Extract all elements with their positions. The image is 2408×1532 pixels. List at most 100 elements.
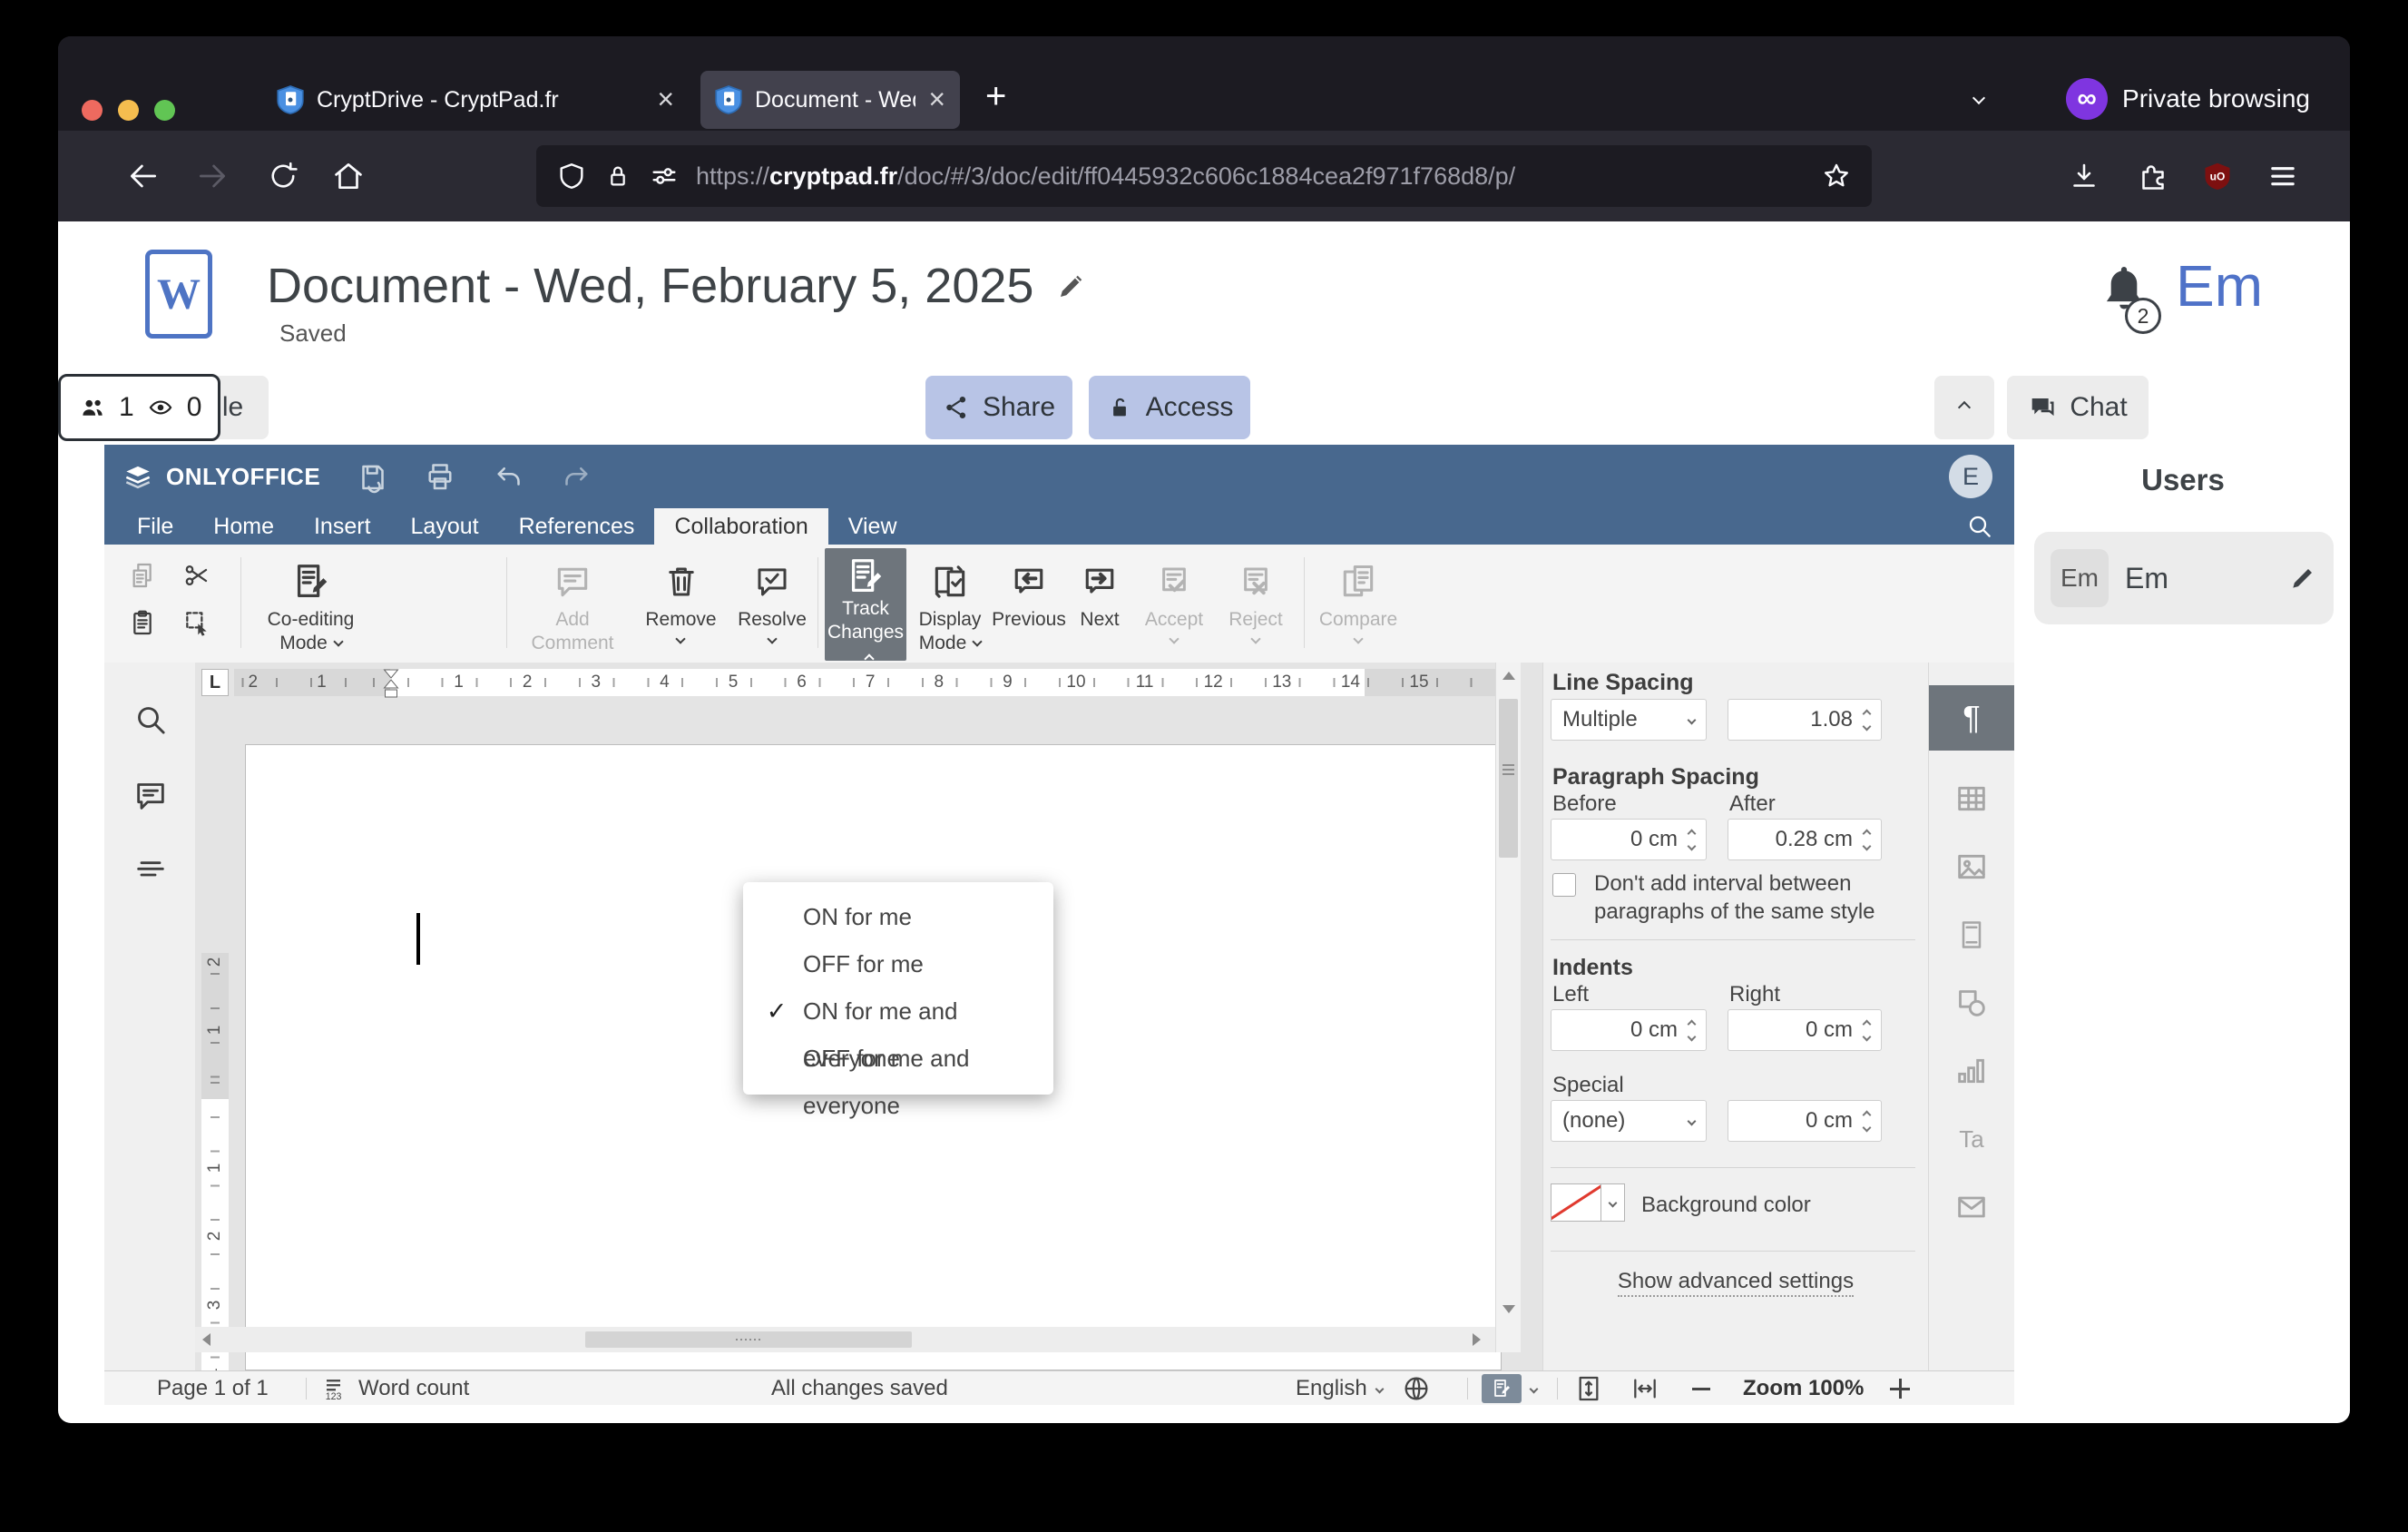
- interval-checkbox[interactable]: [1552, 873, 1576, 897]
- reload-button[interactable]: [261, 154, 305, 198]
- editor-search-icon[interactable]: [1965, 512, 1994, 541]
- line-spacing-amount-stepper[interactable]: 1.08: [1728, 699, 1882, 741]
- tab-home[interactable]: Home: [193, 508, 294, 545]
- downloads-icon[interactable]: [2062, 154, 2106, 198]
- notifications-bell-icon[interactable]: 2: [2098, 261, 2161, 334]
- previous-change-button[interactable]: Previous: [990, 548, 1068, 661]
- add-comment-button[interactable]: Add Comment: [514, 548, 631, 661]
- word-count-button[interactable]: 123 Word count: [322, 1371, 470, 1406]
- spacing-after-stepper[interactable]: 0.28 cm: [1728, 819, 1882, 860]
- image-settings-icon[interactable]: [1929, 834, 2014, 899]
- tab-close-icon[interactable]: [657, 84, 674, 115]
- user-list-item[interactable]: Em Em: [2034, 532, 2334, 624]
- cut-button[interactable]: [175, 555, 219, 595]
- ruler-horizontal[interactable]: 2 1 1 2 3 4 5 6 7 8 9 10 11 12 13 14 15: [234, 669, 1497, 698]
- scroll-left-arrow-icon[interactable]: [202, 1333, 210, 1346]
- permissions-icon[interactable]: [649, 161, 680, 192]
- tab-view[interactable]: View: [828, 508, 917, 545]
- zoom-level[interactable]: Zoom 100%: [1743, 1371, 1864, 1406]
- indent-left-stepper[interactable]: 0 cm: [1551, 1009, 1707, 1051]
- zoom-in-button[interactable]: [1890, 1371, 1910, 1406]
- tab-close-icon[interactable]: [928, 84, 945, 115]
- track-changes-status-toggle[interactable]: [1482, 1371, 1539, 1406]
- horizontal-scroll-thumb[interactable]: [585, 1331, 912, 1348]
- language-selector[interactable]: English: [1296, 1371, 1385, 1406]
- next-change-button[interactable]: Next: [1070, 548, 1130, 661]
- chart-settings-icon[interactable]: [1929, 1038, 2014, 1104]
- spacing-before-stepper[interactable]: 0 cm: [1551, 819, 1707, 860]
- indent-right-stepper[interactable]: 0 cm: [1728, 1009, 1882, 1051]
- zoom-out-button[interactable]: [1692, 1371, 1710, 1406]
- tab-stop-selector[interactable]: [201, 669, 229, 696]
- browser-tab-cryptdrive[interactable]: CryptDrive - CryptPad.fr: [262, 71, 689, 129]
- new-tab-button[interactable]: [985, 78, 1006, 114]
- navigation-headings-icon[interactable]: [130, 849, 171, 891]
- display-mode-button[interactable]: Display Mode: [910, 548, 990, 661]
- shape-settings-icon[interactable]: [1929, 970, 2014, 1036]
- select-all-button[interactable]: [175, 603, 219, 643]
- chat-button[interactable]: Chat: [2007, 376, 2149, 439]
- undo-button[interactable]: [493, 461, 525, 494]
- mail-merge-icon[interactable]: [1929, 1174, 2014, 1240]
- vertical-scroll-thumb[interactable]: [1499, 699, 1518, 858]
- scroll-down-arrow-icon[interactable]: [1503, 1305, 1515, 1313]
- window-close-button[interactable]: [82, 100, 103, 121]
- menu-item-off-for-me[interactable]: OFF for me: [743, 940, 1053, 987]
- textart-settings-icon[interactable]: [1929, 1106, 2014, 1172]
- url-bar[interactable]: https://cryptpad.fr/doc/#/3/doc/edit/ff0…: [536, 145, 1872, 207]
- fit-width-button[interactable]: [1630, 1371, 1659, 1406]
- compare-button[interactable]: Compare: [1313, 548, 1404, 661]
- menu-item-on-for-everyone[interactable]: ON for me and everyone: [743, 987, 1053, 1072]
- page-count[interactable]: Page 1 of 1: [157, 1371, 269, 1406]
- list-all-tabs-chevron-icon[interactable]: [1972, 91, 1986, 107]
- scroll-right-arrow-icon[interactable]: [1473, 1333, 1481, 1346]
- forward-button[interactable]: [191, 154, 234, 198]
- scroll-up-arrow-icon[interactable]: [1503, 672, 1515, 680]
- window-zoom-button[interactable]: [154, 100, 175, 121]
- vertical-scrollbar[interactable]: [1495, 663, 1521, 1327]
- bookmark-star-icon[interactable]: [1821, 161, 1852, 192]
- find-search-icon[interactable]: [130, 699, 171, 741]
- horizontal-scrollbar[interactable]: [195, 1327, 1495, 1352]
- special-indent-select[interactable]: (none): [1551, 1100, 1707, 1142]
- participants-indicator[interactable]: 1 0: [58, 374, 221, 441]
- editor-user-avatar[interactable]: E: [1949, 455, 1992, 498]
- ruler-vertical[interactable]: 21123456: [201, 953, 229, 1370]
- resolve-button[interactable]: Resolve: [730, 548, 814, 661]
- window-minimize-button[interactable]: [118, 100, 139, 121]
- show-advanced-settings-link[interactable]: Show advanced settings: [1543, 1269, 1928, 1297]
- browser-tab-document[interactable]: Document - Wed, February 5, 2: [700, 71, 960, 129]
- ublock-origin-icon[interactable]: uO: [2196, 154, 2239, 198]
- print-button[interactable]: [424, 461, 456, 494]
- tab-file[interactable]: File: [117, 508, 193, 545]
- reject-button[interactable]: Reject: [1219, 548, 1293, 661]
- fit-page-button[interactable]: [1574, 1371, 1603, 1406]
- comments-panel-icon[interactable]: [130, 775, 171, 817]
- background-color-picker[interactable]: [1551, 1183, 1625, 1222]
- share-button[interactable]: Share: [925, 376, 1072, 439]
- connection-lock-icon[interactable]: [603, 162, 632, 191]
- edit-title-pencil-icon[interactable]: [1055, 270, 1088, 302]
- menu-item-on-for-me[interactable]: ON for me: [743, 893, 1053, 940]
- redo-button[interactable]: [560, 461, 592, 494]
- collapse-toolbar-button[interactable]: [1934, 376, 1994, 439]
- tab-collaboration[interactable]: Collaboration: [654, 508, 828, 545]
- extensions-puzzle-icon[interactable]: [2131, 154, 2175, 198]
- paste-button[interactable]: [121, 603, 164, 643]
- track-changes-button[interactable]: Track Changes: [825, 548, 906, 664]
- line-spacing-select[interactable]: Multiple: [1551, 699, 1707, 741]
- table-settings-icon[interactable]: [1929, 766, 2014, 831]
- header-footer-settings-icon[interactable]: [1929, 902, 2014, 967]
- paragraph-settings-icon[interactable]: [1929, 685, 2014, 751]
- accept-button[interactable]: Accept: [1137, 548, 1211, 661]
- access-button[interactable]: Access: [1089, 376, 1250, 439]
- spellcheck-globe-icon[interactable]: [1402, 1371, 1431, 1406]
- edit-user-pencil-icon[interactable]: [2288, 564, 2317, 593]
- co-editing-mode-button[interactable]: Co-editing Mode: [250, 548, 372, 661]
- special-amount-stepper[interactable]: 0 cm: [1728, 1100, 1882, 1142]
- menu-hamburger-icon[interactable]: [2261, 154, 2305, 198]
- back-button[interactable]: [122, 154, 165, 198]
- home-button[interactable]: [327, 154, 370, 198]
- tab-layout[interactable]: Layout: [391, 508, 499, 545]
- indent-markers-icon[interactable]: [382, 669, 400, 700]
